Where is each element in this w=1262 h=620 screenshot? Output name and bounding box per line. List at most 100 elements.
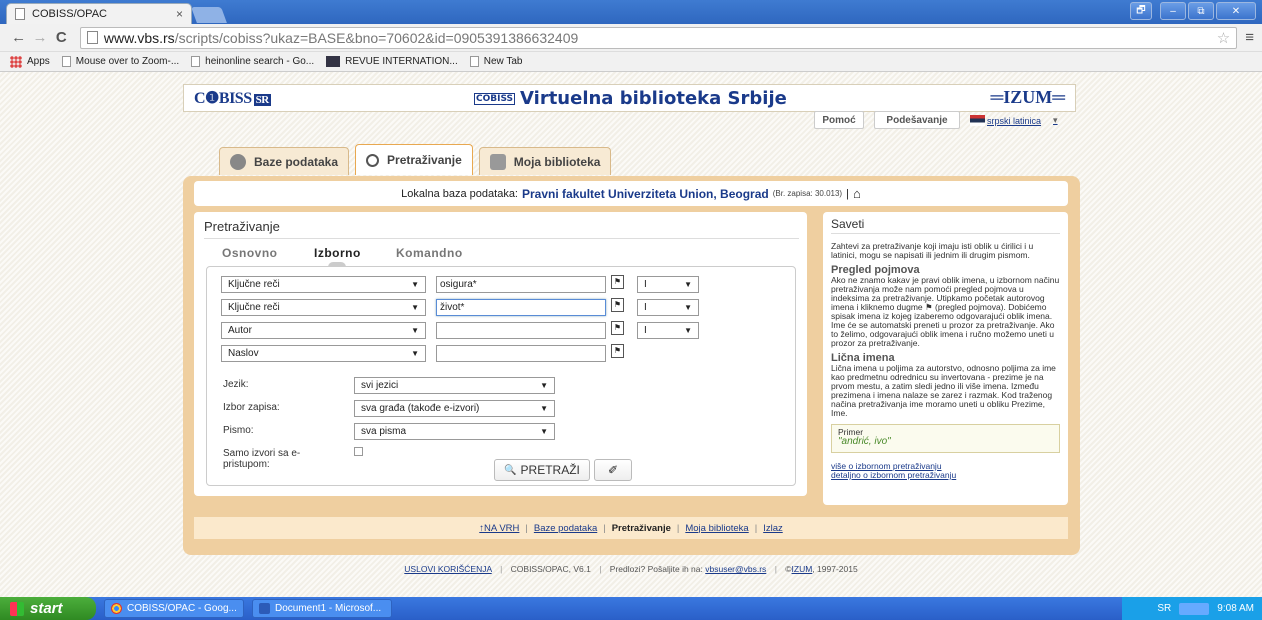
field-select[interactable]: Autor ▼: [221, 322, 426, 339]
e-access-label-line: pristupom:: [223, 459, 270, 470]
site-icon: [326, 56, 341, 67]
subtab-osnovno[interactable]: Osnovno: [222, 246, 278, 260]
record-filter-select[interactable]: sva građa (takođe e-izvori) ▼: [354, 400, 555, 417]
minimize-button[interactable]: –: [1160, 2, 1186, 20]
taskbar-item-chrome[interactable]: COBISS/OPAC - Goog...: [104, 599, 244, 618]
tab-label: Baze podataka: [254, 154, 339, 169]
bookmark-label: heinonline search - Go...: [205, 56, 315, 67]
separator: |: [754, 522, 758, 534]
forward-icon[interactable]: →: [29, 29, 50, 46]
subtab-izborno[interactable]: Izborno: [314, 246, 361, 267]
cobiss-logo[interactable]: C❶BISS SR: [194, 88, 271, 108]
example-value: "andrić, ivo": [838, 436, 891, 447]
footer-link-moja-biblioteka[interactable]: Moja biblioteka: [685, 523, 748, 534]
chevron-down-icon: ▼: [684, 303, 692, 312]
windows-logo-icon: [10, 601, 24, 616]
site-header: C❶BISS SR COBISS Virtuelna biblioteka Srb…: [183, 84, 1076, 112]
operator-select[interactable]: I ▼: [637, 322, 699, 339]
subtab-komandno[interactable]: Komandno: [396, 246, 463, 260]
email-link[interactable]: vbsuser@vbs.rs: [705, 564, 766, 574]
detailed-info-link[interactable]: detaljno o izbornom pretraživanju: [831, 471, 1060, 480]
bookmark-apps[interactable]: Apps: [10, 55, 50, 68]
page-info-icon[interactable]: [86, 31, 98, 44]
search-term-input[interactable]: [436, 322, 606, 339]
e-access-label: Samo izvori sa e- pristupom:: [223, 448, 300, 470]
chevron-down-icon: ▼: [540, 427, 548, 436]
taskbar-item-word[interactable]: Document1 - Microsof...: [252, 599, 392, 618]
bookmark-item[interactable]: New Tab: [469, 56, 523, 67]
field-select[interactable]: Ključne reči ▼: [221, 276, 426, 293]
izum-logo[interactable]: ═IZUM═: [990, 87, 1065, 108]
bookmark-star-icon[interactable]: ☆: [1217, 29, 1230, 47]
select-value: sva građa (takođe e-izvori): [361, 403, 480, 414]
restore-icon[interactable]: 🗗: [1130, 2, 1152, 20]
search-term-input[interactable]: [436, 345, 606, 362]
chevron-down-icon: ▼: [540, 381, 548, 390]
tab-pretrazivanje[interactable]: Pretraživanje: [355, 144, 473, 175]
tab-moja-biblioteka[interactable]: Moja biblioteka: [478, 147, 612, 175]
back-icon[interactable]: ←: [8, 29, 29, 46]
tab-close-icon[interactable]: ×: [176, 7, 183, 21]
operator-select[interactable]: I ▼: [637, 299, 699, 316]
bookmark-item[interactable]: heinonline search - Go...: [191, 56, 314, 67]
help-button[interactable]: Pomoć: [814, 111, 864, 129]
operator-value: I: [644, 279, 647, 290]
footer-link-baze[interactable]: Baze podataka: [534, 523, 597, 534]
home-icon[interactable]: ⌂: [853, 186, 861, 201]
library-name[interactable]: Pravni fakultet Univerziteta Union, Beog…: [522, 187, 769, 201]
chevron-down-icon: ▼: [411, 303, 419, 312]
term-browse-icon[interactable]: ⚑: [611, 344, 624, 358]
clock[interactable]: 9:08 AM: [1217, 603, 1254, 614]
search-panel: Pretraživanje Osnovno Izborno Komandno K…: [194, 212, 807, 496]
address-bar[interactable]: www.vbs.rs /scripts/cobiss?ukaz=BASE&bno…: [79, 26, 1238, 49]
language-selector[interactable]: srpski latinica ▾: [970, 115, 1058, 126]
tab-baze-podataka[interactable]: Baze podataka: [219, 147, 350, 175]
back-to-top-link[interactable]: ↑NA VRH: [479, 523, 519, 534]
browser-toolbar: ← → C www.vbs.rs /scripts/cobiss?ukaz=BA…: [0, 24, 1262, 52]
bookmark-label: REVUE INTERNATION...: [345, 56, 458, 67]
term-browse-icon[interactable]: ⚑: [611, 298, 624, 312]
menu-icon[interactable]: ≡: [1245, 29, 1254, 46]
footer-link-izlaz[interactable]: Izlaz: [763, 523, 783, 534]
operator-value: I: [644, 302, 647, 313]
close-window-button[interactable]: ✕: [1216, 2, 1256, 20]
field-select-value: Ključne reči: [228, 279, 280, 290]
chevron-down-icon: ▼: [411, 326, 419, 335]
bookmark-label: New Tab: [483, 56, 523, 67]
bookmark-item[interactable]: Mouse over to Zoom-...: [61, 56, 179, 67]
search-term-input[interactable]: osigura*: [436, 276, 606, 293]
reload-icon[interactable]: C: [51, 29, 72, 46]
clear-button[interactable]: ✐: [594, 459, 632, 481]
e-access-checkbox[interactable]: [354, 447, 363, 456]
tab-title: COBISS/OPAC: [32, 8, 107, 20]
page-icon: [61, 56, 71, 67]
search-term-input[interactable]: život*: [436, 299, 606, 316]
term-browse-icon[interactable]: ⚑: [611, 321, 624, 335]
language-indicator[interactable]: SR: [1157, 603, 1171, 614]
tray-icons[interactable]: [1179, 602, 1210, 615]
field-select-value: Autor: [228, 325, 252, 336]
maximize-button[interactable]: ⧉: [1188, 2, 1214, 20]
start-button[interactable]: start: [0, 597, 96, 620]
field-select[interactable]: Naslov ▼: [221, 345, 426, 362]
cobiss-sr-badge: SR: [253, 94, 271, 106]
search-title: Pretraživanje: [204, 219, 280, 234]
database-icon: [230, 153, 246, 170]
bookmark-item[interactable]: REVUE INTERNATION...: [326, 56, 458, 67]
browser-tab[interactable]: COBISS/OPAC ×: [6, 3, 192, 24]
language-filter-select[interactable]: svi jezici ▼: [354, 377, 555, 394]
izum-link[interactable]: IZUM: [792, 564, 813, 574]
new-tab-button[interactable]: [191, 7, 227, 23]
separator: |: [774, 564, 777, 574]
script-filter-select[interactable]: sva pisma ▼: [354, 423, 555, 440]
terms-link[interactable]: USLOVI KORIŠĆENJA: [404, 564, 491, 574]
system-tray: SR 9:08 AM: [1122, 597, 1262, 620]
tips-title: Saveti: [831, 217, 865, 231]
field-select[interactable]: Ključne reči ▼: [221, 299, 426, 316]
settings-button[interactable]: Podešavanje: [874, 111, 960, 129]
term-browse-icon[interactable]: ⚑: [611, 275, 624, 289]
operator-value: I: [644, 325, 647, 336]
search-button[interactable]: 🔍 PRETRAŽI: [494, 459, 590, 481]
operator-select[interactable]: I ▼: [637, 276, 699, 293]
page-content: C❶BISS SR COBISS Virtuelna biblioteka Srb…: [0, 72, 1262, 597]
